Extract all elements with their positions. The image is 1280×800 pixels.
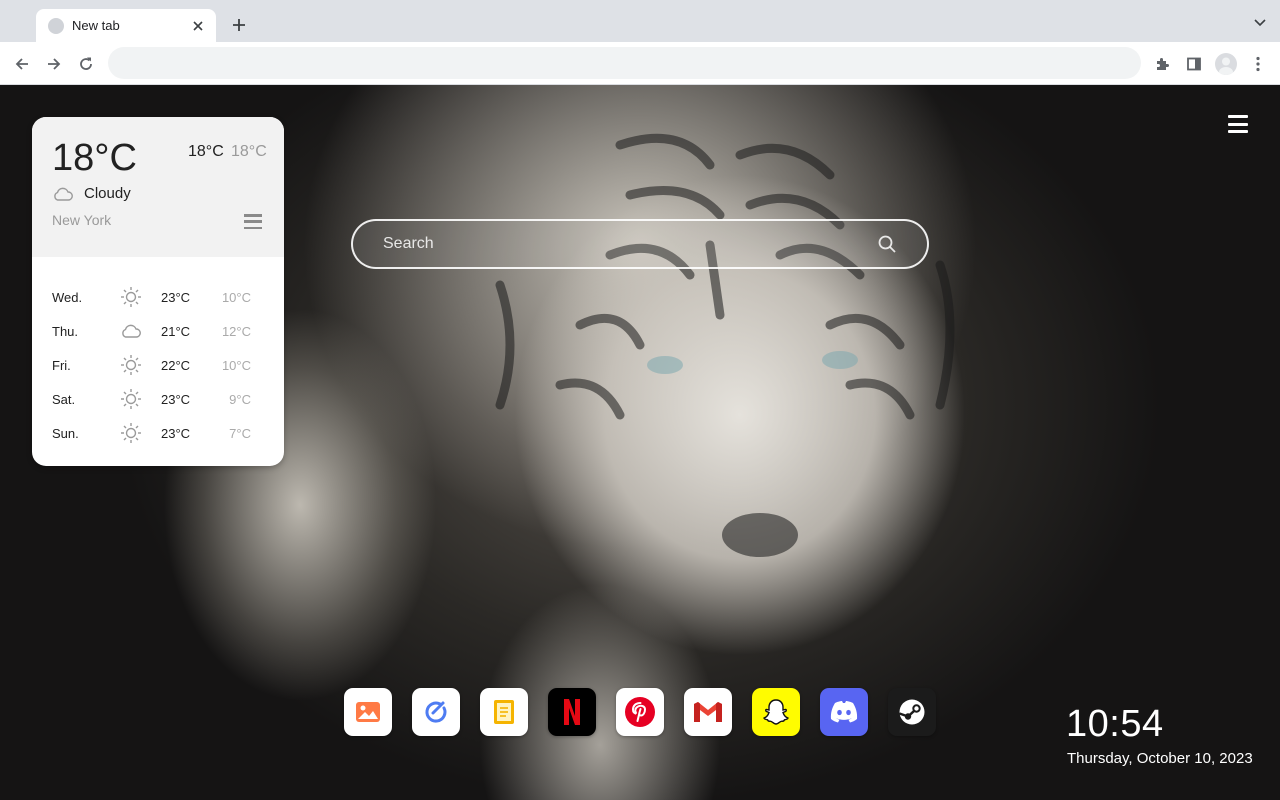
more-menu-icon[interactable]: [1245, 51, 1271, 77]
chevron-down-icon[interactable]: [1252, 15, 1268, 31]
forecast-high: 23°C: [161, 289, 191, 305]
weather-menu-icon[interactable]: [244, 214, 262, 229]
forecast-row: Wed. 23°C 10°C: [32, 280, 284, 314]
forecast-low: 10°C: [221, 357, 251, 373]
photos-icon: [356, 702, 380, 722]
tasks-app-button[interactable]: [412, 688, 460, 736]
forecast-row: Sun. 23°C 7°C: [32, 416, 284, 450]
forecast-low: 10°C: [221, 289, 251, 305]
steam-app-button[interactable]: [888, 688, 936, 736]
today-low: 18°C: [231, 143, 267, 160]
current-temperature: 18°C: [52, 137, 137, 179]
forecast-day: Wed.: [52, 289, 83, 305]
sun-icon: [120, 422, 142, 444]
search-icon[interactable]: [877, 234, 897, 254]
forecast-list: Wed. 23°C 10°C Thu. 21°C 12°C Fri. 22°C …: [32, 257, 284, 450]
tab-new-tab[interactable]: New tab: [36, 9, 216, 42]
discord-icon: [830, 701, 858, 723]
netflix-icon: [564, 699, 580, 725]
forecast-low: 12°C: [221, 323, 251, 339]
forecast-day: Thu.: [52, 323, 79, 339]
cloud-icon: [54, 187, 73, 201]
forecast-high: 21°C: [161, 323, 191, 339]
city-name: New York: [52, 212, 112, 228]
new-tab-button[interactable]: [228, 14, 250, 36]
extensions-icon[interactable]: [1149, 51, 1175, 77]
avatar: [1215, 53, 1237, 75]
gmail-icon: [694, 702, 722, 722]
address-bar[interactable]: [108, 47, 1141, 79]
profile-button[interactable]: [1213, 51, 1239, 77]
tab-favicon-icon: [48, 17, 64, 34]
tasks-icon: [425, 701, 447, 723]
tab-title: New tab: [72, 18, 120, 33]
netflix-app-button[interactable]: [548, 688, 596, 736]
forecast-day: Sun.: [52, 425, 79, 441]
tab-strip: New tab: [0, 0, 1280, 42]
forecast-row: Sat. 23°C 9°C: [32, 382, 284, 416]
forecast-high: 23°C: [161, 391, 191, 407]
new-tab-page: 18°C 18°C 18°C Cloudy New York Wed. 23°C…: [0, 85, 1280, 800]
steam-icon: [899, 699, 925, 725]
browser-toolbar: [0, 42, 1280, 85]
back-button[interactable]: [9, 51, 35, 77]
snapchat-icon: [763, 699, 789, 725]
menu-icon[interactable]: [1228, 115, 1248, 133]
tab-close-icon[interactable]: [190, 18, 206, 34]
search-bar: [351, 219, 929, 269]
notes-icon: [494, 700, 514, 724]
forecast-high: 22°C: [161, 357, 191, 373]
tiger-background-image: [495, 133, 955, 557]
gmail-app-button[interactable]: [684, 688, 732, 736]
notes-app-button[interactable]: [480, 688, 528, 736]
forecast-low: 9°C: [229, 391, 251, 407]
sun-icon: [120, 354, 142, 376]
snapchat-app-button[interactable]: [752, 688, 800, 736]
app-dock: [344, 688, 936, 736]
discord-app-button[interactable]: [820, 688, 868, 736]
pinterest-icon: [625, 697, 655, 727]
weather-current: 18°C 18°C 18°C Cloudy New York: [32, 117, 284, 257]
clock-time: 10:54: [1066, 703, 1164, 745]
search-input[interactable]: [383, 235, 877, 253]
condition-label: Cloudy: [84, 185, 131, 202]
forecast-high: 23°C: [161, 425, 191, 441]
forward-button[interactable]: [41, 51, 67, 77]
sun-icon: [120, 388, 142, 410]
weather-widget: 18°C 18°C 18°C Cloudy New York Wed. 23°C…: [32, 117, 284, 466]
forecast-low: 7°C: [229, 425, 251, 441]
clock-date: Thursday, October 10, 2023: [1067, 750, 1253, 767]
sun-icon: [120, 286, 142, 308]
pinterest-app-button[interactable]: [616, 688, 664, 736]
photos-app-button[interactable]: [344, 688, 392, 736]
reload-button[interactable]: [73, 51, 99, 77]
weather-condition: Cloudy: [52, 185, 131, 202]
forecast-day: Fri.: [52, 357, 71, 373]
forecast-day: Sat.: [52, 391, 76, 407]
today-high: 18°C: [188, 143, 224, 160]
forecast-row: Fri. 22°C 10°C: [32, 348, 284, 382]
forecast-row: Thu. 21°C 12°C: [32, 314, 284, 348]
side-panel-icon[interactable]: [1181, 51, 1207, 77]
cloud-icon: [120, 320, 142, 342]
